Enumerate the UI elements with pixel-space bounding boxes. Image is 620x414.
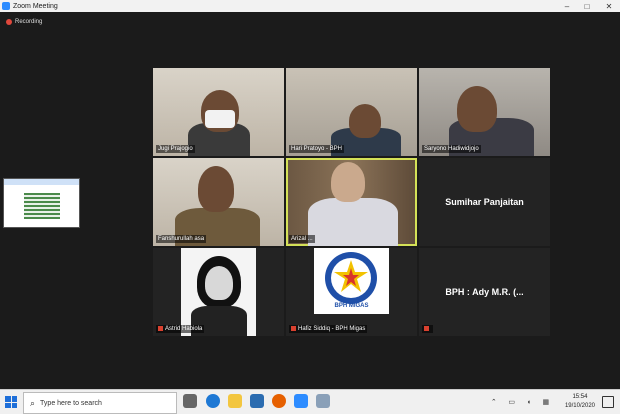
system-tray: ⌃ ▭ ◖ ▦ bbox=[485, 390, 555, 414]
participant-face bbox=[205, 266, 233, 300]
participant-face bbox=[457, 86, 497, 132]
windows-taskbar: ⌕ Type here to search ⌃ ▭ ◖ ▦ 15:54 19/1… bbox=[0, 389, 620, 414]
clock-date: 19/10/2020 bbox=[564, 403, 595, 409]
system-clock[interactable]: 15:54 19/10/2020 bbox=[565, 393, 595, 411]
maximize-icon[interactable]: □ bbox=[578, 0, 596, 12]
mic-status bbox=[422, 324, 433, 333]
participant-name: Hari Pratoyo - BPH bbox=[289, 145, 345, 153]
windows-start-icon[interactable] bbox=[5, 396, 17, 408]
video-tile-6-no-video[interactable]: Sumihar Panjaitan bbox=[419, 158, 550, 246]
participant-face bbox=[198, 166, 234, 212]
participant-face bbox=[331, 162, 365, 202]
participant-name: Hafiz Siddiq - BPH Migas bbox=[289, 324, 368, 333]
video-tile-1[interactable]: Jugi Prajogio bbox=[153, 68, 284, 156]
mic-muted-icon bbox=[158, 325, 163, 331]
video-tile-9-no-video[interactable]: BPH : Ady M.R. (... bbox=[419, 248, 550, 336]
shared-screen-thumbnail[interactable] bbox=[3, 178, 80, 228]
video-tile-2[interactable]: Hari Pratoyo - BPH bbox=[286, 68, 417, 156]
search-icon: ⌕ bbox=[30, 397, 36, 408]
video-tile-7[interactable]: Astrid Habiola bbox=[153, 248, 284, 336]
mic-muted-icon bbox=[424, 325, 429, 331]
clock-time: 15:54 bbox=[572, 394, 588, 400]
thumbnail-table bbox=[24, 193, 60, 219]
video-tile-8[interactable]: BPH MIGAS Hafiz Siddiq - BPH Migas bbox=[286, 248, 417, 336]
close-icon[interactable]: ✕ bbox=[600, 0, 618, 12]
record-icon bbox=[6, 19, 12, 25]
logo-background: BPH MIGAS bbox=[314, 248, 389, 314]
video-tile-5-active-speaker[interactable]: Arizal ... bbox=[286, 158, 417, 246]
mic-muted-icon bbox=[291, 325, 296, 331]
app-taskbar-icon[interactable] bbox=[316, 394, 330, 408]
thumbnail-header bbox=[4, 179, 79, 185]
participant-face bbox=[349, 104, 381, 138]
recording-label: Recording bbox=[15, 19, 43, 25]
battery-icon[interactable]: ▭ bbox=[508, 398, 515, 406]
file-explorer-icon[interactable] bbox=[228, 394, 242, 408]
participant-name: Jugi Prajogio bbox=[156, 145, 195, 153]
video-tile-4[interactable]: Fanshurullah asa bbox=[153, 158, 284, 246]
task-view-icon[interactable] bbox=[183, 394, 197, 408]
participant-name: Astrid Habiola bbox=[156, 324, 205, 333]
edge-browser-icon[interactable] bbox=[206, 394, 220, 408]
video-tile-3[interactable]: Saryono Hadiwidjojo bbox=[419, 68, 550, 156]
participant-name: Arizal ... bbox=[289, 235, 315, 243]
notification-icon[interactable] bbox=[602, 396, 614, 408]
participant-name-centered: Sumihar Panjaitan bbox=[445, 197, 524, 207]
participant-name-centered: BPH : Ady M.R. (... bbox=[445, 287, 524, 297]
zoom-taskbar-icon[interactable] bbox=[294, 394, 308, 408]
minimize-icon[interactable]: – bbox=[558, 0, 576, 12]
volume-icon[interactable]: ◖ bbox=[527, 399, 531, 406]
participant-name: Saryono Hadiwidjojo bbox=[422, 145, 481, 153]
window-title: Zoom Meeting bbox=[13, 2, 58, 10]
store-icon[interactable] bbox=[250, 394, 264, 408]
firefox-icon[interactable] bbox=[272, 394, 286, 408]
recording-indicator[interactable]: Recording bbox=[6, 19, 42, 25]
face-mask bbox=[205, 110, 235, 128]
logo-text: BPH MIGAS bbox=[334, 303, 369, 309]
title-bar: Zoom Meeting – □ ✕ bbox=[0, 0, 620, 12]
zoom-app-icon bbox=[2, 2, 10, 10]
taskbar-search-input[interactable]: ⌕ Type here to search bbox=[23, 392, 177, 414]
participant-name: Fanshurullah asa bbox=[156, 235, 207, 243]
participant-figure bbox=[308, 198, 398, 246]
network-icon[interactable]: ▦ bbox=[543, 398, 550, 406]
search-placeholder: Type here to search bbox=[40, 399, 102, 407]
people-icon[interactable]: ⌃ bbox=[491, 398, 497, 406]
